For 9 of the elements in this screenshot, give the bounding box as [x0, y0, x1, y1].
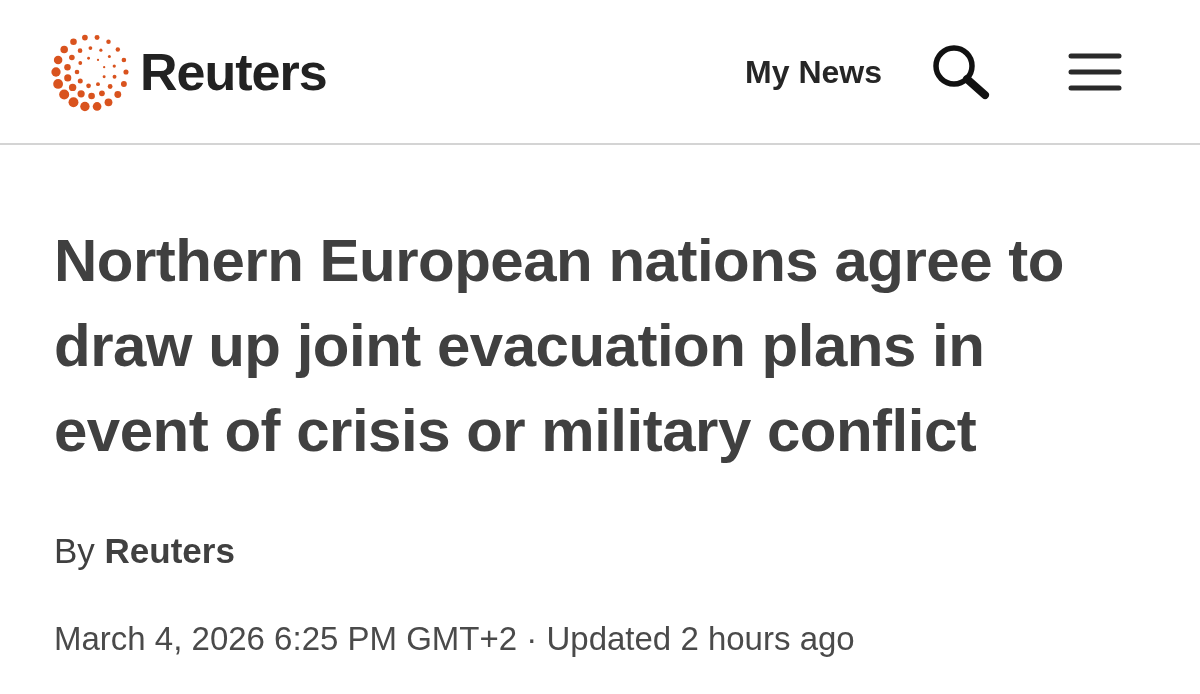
- search-icon: [930, 42, 992, 101]
- search-button[interactable]: [930, 42, 992, 101]
- my-news-link[interactable]: My News: [745, 55, 882, 88]
- article-headline: Northern European nations agree to draw up joint evacuation plans in event of crisis or military conflict: [54, 226, 1065, 466]
- menu-icon: [1068, 52, 1122, 91]
- logo-wordmark[interactable]: Reuters: [140, 45, 327, 98]
- article-dateline: March 4, 2026 6:25 PM GMT+2 · Updated 2 hours ago: [54, 622, 855, 655]
- article-byline: By Reuters: [54, 533, 235, 568]
- menu-button[interactable]: [1068, 52, 1122, 91]
